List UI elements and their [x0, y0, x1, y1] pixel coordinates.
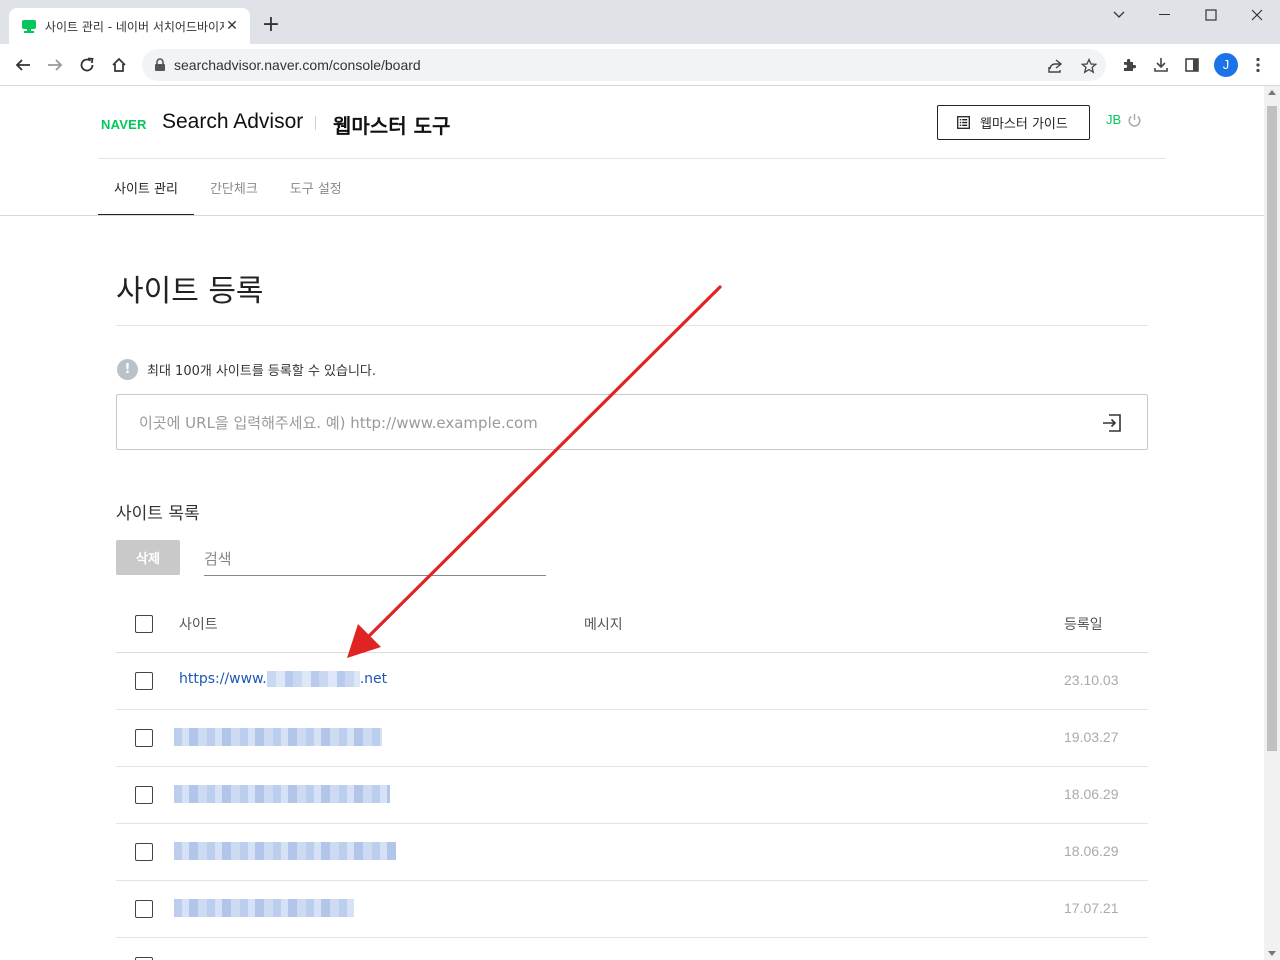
browser-tab-strip: 사이트 관리 - 네이버 서치어드바이저 ✕ +	[0, 0, 1280, 44]
console-tabs: 사이트 관리 간단체크 도구 설정	[98, 159, 358, 216]
profile-avatar[interactable]: J	[1214, 53, 1238, 77]
column-header-site: 사이트	[179, 617, 218, 633]
table-row: https://www. .net 23.10.03	[116, 653, 1148, 710]
download-icon[interactable]	[1151, 55, 1171, 75]
redacted-domain	[266, 671, 360, 687]
site-url-input[interactable]	[139, 412, 1039, 434]
new-tab-button[interactable]: +	[258, 12, 284, 38]
column-header-date: 등록일	[1064, 617, 1103, 633]
row-checkbox[interactable]	[135, 786, 153, 804]
table-row: 18.06.29	[116, 767, 1148, 824]
naver-logo[interactable]: NAVER	[101, 117, 147, 132]
brand-name[interactable]: Search Advisor	[162, 110, 303, 134]
browser-toolbar: searchadvisor.naver.com/console/board J	[0, 44, 1280, 86]
registration-date: 23.10.03	[1064, 672, 1119, 688]
menu-kebab-icon[interactable]	[1248, 55, 1268, 75]
side-panel-icon[interactable]	[1182, 55, 1202, 75]
table-row	[116, 938, 1148, 960]
url-text: searchadvisor.naver.com/console/board	[174, 57, 421, 73]
guide-button-label: 웹마스터 가이드	[980, 117, 1068, 132]
registration-date: 18.06.29	[1064, 843, 1119, 859]
tab-quick-check[interactable]: 간단체크	[194, 159, 274, 216]
tab-site-management[interactable]: 사이트 관리	[98, 159, 194, 216]
scroll-down-arrow-icon[interactable]	[1268, 951, 1276, 956]
tabs-divider	[0, 215, 1264, 216]
delete-button[interactable]: 삭제	[116, 540, 180, 575]
forward-button[interactable]	[41, 51, 69, 79]
maximize-button[interactable]	[1188, 0, 1234, 30]
exclamation-icon: !	[117, 359, 138, 380]
redacted-site-link[interactable]	[174, 899, 354, 917]
table-header: 사이트 메시지 등록일	[116, 595, 1148, 653]
site-url-suffix: .net	[359, 671, 388, 687]
redacted-site-link[interactable]	[174, 785, 390, 803]
table-row: 19.03.27	[116, 710, 1148, 767]
brand-divider	[315, 116, 316, 130]
close-window-button[interactable]	[1234, 0, 1280, 30]
site-link[interactable]: https://www. .net	[179, 671, 387, 687]
notice-text: 최대 100개 사이트를 등록할 수 있습니다.	[147, 364, 377, 379]
column-header-message: 메시지	[584, 617, 623, 633]
table-row: 18.06.29	[116, 824, 1148, 881]
bookmark-star-icon[interactable]	[1080, 57, 1098, 75]
registration-date: 17.07.21	[1064, 900, 1119, 916]
tab-search-chevron-icon[interactable]	[1096, 0, 1142, 30]
registration-notice: ! 최대 100개 사이트를 등록할 수 있습니다.	[117, 359, 376, 380]
table-row: 17.07.21	[116, 881, 1148, 938]
scroll-up-arrow-icon[interactable]	[1268, 90, 1276, 95]
registration-date: 18.06.29	[1064, 786, 1119, 802]
tab-tool-settings[interactable]: 도구 설정	[274, 159, 358, 216]
page-scrollbar[interactable]	[1264, 86, 1280, 960]
home-button[interactable]	[105, 51, 133, 79]
title-divider	[116, 325, 1148, 326]
submit-enter-icon[interactable]	[1101, 412, 1123, 434]
minimize-button[interactable]	[1142, 0, 1188, 30]
row-checkbox[interactable]	[135, 900, 153, 918]
row-checkbox[interactable]	[135, 672, 153, 690]
scrollbar-thumb[interactable]	[1267, 106, 1277, 751]
reload-button[interactable]	[73, 51, 101, 79]
share-icon[interactable]	[1046, 57, 1064, 75]
browser-tab[interactable]: 사이트 관리 - 네이버 서치어드바이저 ✕	[9, 8, 250, 44]
tab-title: 사이트 관리 - 네이버 서치어드바이저	[44, 19, 225, 34]
monitor-icon	[21, 18, 37, 34]
address-bar[interactable]: searchadvisor.naver.com/console/board	[142, 49, 1106, 81]
lock-icon	[154, 58, 166, 72]
close-tab-icon[interactable]: ✕	[224, 18, 240, 34]
registration-date: 19.03.27	[1064, 729, 1119, 745]
page-content: NAVER Search Advisor 웹마스터 도구 웹마스터 가이드 JB…	[0, 86, 1264, 960]
brand-subtitle: 웹마스터 도구	[333, 114, 451, 138]
redacted-site-link[interactable]	[174, 728, 382, 746]
webmaster-guide-button[interactable]: 웹마스터 가이드	[937, 105, 1090, 140]
redacted-site-link[interactable]	[174, 842, 396, 860]
site-list-title: 사이트 목록	[116, 504, 200, 524]
page-title: 사이트 등록	[116, 274, 264, 309]
user-name[interactable]: JB	[1106, 112, 1121, 127]
select-all-checkbox[interactable]	[135, 615, 153, 633]
site-url-prefix: https://www.	[179, 671, 267, 687]
power-logout-icon[interactable]	[1127, 113, 1142, 132]
row-checkbox[interactable]	[135, 843, 153, 861]
site-search-input[interactable]	[204, 542, 546, 576]
back-button[interactable]	[9, 51, 37, 79]
document-list-icon	[957, 116, 970, 129]
row-checkbox[interactable]	[135, 729, 153, 747]
site-table: 사이트 메시지 등록일 https://www. .net 23.10.03 19…	[116, 595, 1148, 960]
url-input-box	[116, 394, 1148, 450]
extensions-puzzle-icon[interactable]	[1119, 55, 1139, 75]
